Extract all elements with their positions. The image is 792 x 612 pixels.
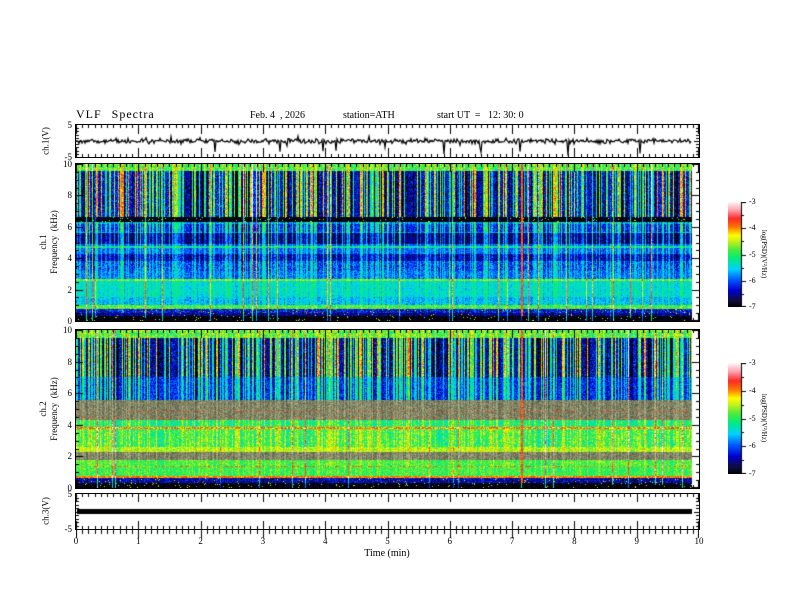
ch3-waveform-panel (75, 493, 700, 530)
ch1-spectrogram-plot (76, 164, 699, 321)
ch2-colorbar (728, 363, 747, 474)
ch1-frequency-axis-label: ch.1 Frequency (kHz) (38, 210, 59, 274)
ch2-colorbar-tick-label: -5 (749, 413, 756, 423)
ch3-volt-tick-label: -5 (64, 524, 73, 534)
ch1-freq-tick-label: 4 (67, 253, 73, 264)
time-tick-label: 1 (136, 536, 141, 546)
ch2-colorbar-tick-label: -7 (749, 469, 756, 478)
ch1-volts-axis-label: ch.1(V) (40, 127, 51, 155)
time-tick-label: 8 (572, 536, 577, 546)
ch2-freq-tick-label: 10 (63, 325, 72, 335)
ch1-freq-tick-label: 2 (67, 284, 73, 295)
ch1-colorbar-tick-label: -4 (749, 223, 756, 233)
ch1-colorbar-tick-label: -3 (749, 197, 756, 206)
ch2-freq-tick-label: 8 (67, 356, 73, 367)
time-axis-title: Time (min) (364, 548, 410, 559)
ch2-freq-tick-label: 2 (67, 451, 73, 462)
time-tick-label: 5 (385, 536, 390, 546)
ch1-colorbar-unit-label: log(PSD)(V²/Hz) (760, 229, 768, 279)
time-tick-label: 0 (73, 536, 79, 546)
ch1-freq-tick-label: 6 (67, 221, 73, 232)
ch2-colorbar-tick-label: -4 (749, 385, 756, 395)
ch1-colorbar-tick-label: -5 (749, 249, 756, 259)
header-station: station=ATH (343, 110, 395, 121)
time-tick-label: 7 (509, 536, 515, 546)
ch1-waveform-panel (75, 124, 700, 158)
ch1-volt-tick-label: 5 (67, 120, 73, 130)
time-tick-label: 2 (198, 536, 203, 546)
ch2-spectrogram-panel (75, 329, 700, 489)
ch1-colorbar-tick-label: -6 (749, 275, 756, 285)
ch1-colorbar-tick-label: -7 (749, 302, 756, 311)
ch2-spectrogram-plot (76, 330, 699, 488)
header-date: Feb. 4 , 2026 (250, 110, 305, 121)
time-tick-label: 9 (634, 536, 639, 546)
ch2-colorbar-unit-label: log(PSD)(V²/Hz) (760, 393, 768, 443)
figure-title: VLF Spectra (76, 107, 155, 121)
ch3-volt-tick-label: 5 (67, 489, 73, 499)
ch3-waveform-plot (76, 494, 699, 529)
vlf-spectra-figure: VLF Spectra Feb. 4 , 2026 station=ATH st… (0, 0, 792, 612)
time-tick-label: 3 (260, 536, 266, 546)
ch3-volts-axis-label: ch.3(V) (40, 497, 51, 525)
ch2-freq-tick-label: 6 (67, 388, 73, 399)
ch1-volt-tick-label: -5 (64, 152, 73, 162)
ch2-colorbar-tick-label: -6 (749, 441, 756, 451)
ch1-spectrogram-panel (75, 163, 700, 322)
ch1-waveform-plot (76, 125, 699, 157)
time-tick-label: 6 (447, 536, 453, 546)
ch2-frequency-axis-label: ch.2 Frequency (kHz) (38, 377, 59, 441)
time-tick-label: 10 (694, 536, 704, 546)
time-tick-label: 4 (322, 536, 328, 546)
header-start-ut: start UT = 12: 30: 0 (437, 110, 524, 121)
ch2-freq-tick-label: 4 (67, 419, 73, 430)
ch1-colorbar (728, 202, 747, 307)
ch2-colorbar-tick-label: -3 (749, 358, 756, 367)
ch1-freq-tick-label: 8 (67, 190, 73, 201)
